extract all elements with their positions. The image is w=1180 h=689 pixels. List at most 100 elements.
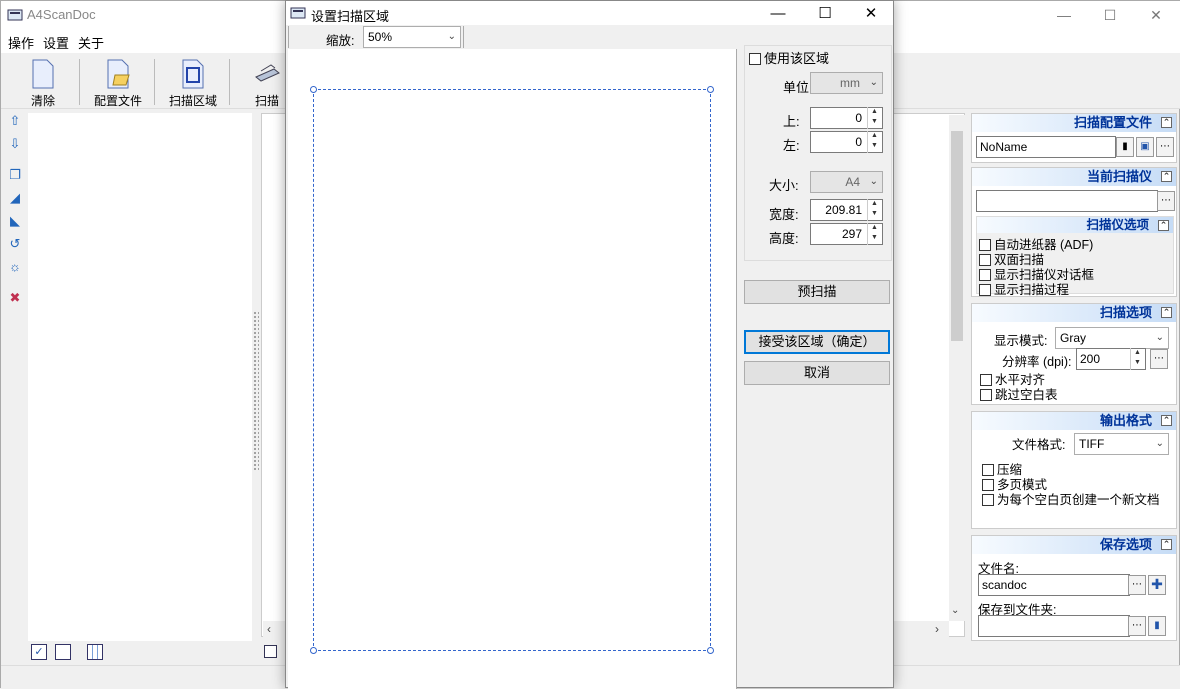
- profile-more-button[interactable]: ⋯: [1156, 137, 1174, 157]
- left-spinner[interactable]: ▲ ▼: [867, 131, 881, 153]
- collapse-icon[interactable]: ⌃: [1161, 117, 1172, 128]
- unit-select: mm ⌄: [810, 72, 883, 94]
- save-profile-icon[interactable]: ▣: [1136, 137, 1154, 157]
- file-format-select[interactable]: TIFF ⌄: [1074, 433, 1169, 455]
- show-progress-checkbox[interactable]: 显示扫描过程: [979, 279, 1069, 298]
- checkbox-box[interactable]: [980, 389, 992, 401]
- size-value: A4: [845, 175, 860, 189]
- rotate-right-icon[interactable]: ◣: [7, 213, 23, 229]
- scanner-panel: 当前扫描仪 ⌃ ⋯ 扫描仪选项 ⌃ 自动进纸器 (ADF) 双面扫描 显示扫描仪对话…: [971, 167, 1177, 297]
- new-doc-per-blank-label: 为每个空白页创建一个新文档: [997, 493, 1160, 507]
- save-panel-header[interactable]: 保存选项 ⌃: [972, 536, 1176, 554]
- filename-field[interactable]: scandoc: [978, 574, 1130, 596]
- menu-operate[interactable]: 操作: [8, 33, 34, 52]
- move-down-icon[interactable]: ⇩: [7, 136, 23, 152]
- output-panel-title: 输出格式: [1099, 413, 1152, 428]
- collapse-icon[interactable]: ⌃: [1161, 539, 1172, 550]
- folder-more-button[interactable]: ⋯: [1128, 616, 1146, 636]
- toolbar-separator: [154, 59, 155, 105]
- prescan-button[interactable]: 预扫描: [744, 280, 890, 304]
- zoom-value: 50%: [368, 30, 393, 44]
- collapse-icon[interactable]: ⌃: [1161, 171, 1172, 182]
- resize-handle-bottom-left[interactable]: [310, 647, 317, 654]
- thumbnail-grid-icon[interactable]: [87, 644, 103, 660]
- app-icon: [7, 9, 23, 21]
- filename-more-button[interactable]: ⋯: [1128, 575, 1146, 595]
- save-folder-field[interactable]: [978, 615, 1130, 637]
- scroll-right-icon[interactable]: ›: [935, 622, 939, 636]
- display-mode-select[interactable]: Gray ⌄: [1055, 327, 1169, 349]
- thumbnail-pane[interactable]: [28, 113, 252, 641]
- collapse-icon[interactable]: ⌃: [1161, 307, 1172, 318]
- width-spinner[interactable]: ▲ ▼: [867, 199, 881, 221]
- scanner-select-button[interactable]: ⋯: [1157, 191, 1175, 211]
- dpi-more-button[interactable]: ⋯: [1150, 349, 1168, 369]
- scan-area-button[interactable]: 扫描区域: [165, 57, 221, 108]
- collapse-icon[interactable]: ⌃: [1161, 415, 1172, 426]
- menu-settings[interactable]: 设置: [43, 33, 69, 52]
- dpi-label: 分辨率 (dpi):: [1002, 355, 1072, 369]
- cancel-button[interactable]: 取消: [744, 361, 890, 385]
- resize-handle-top-left[interactable]: [310, 86, 317, 93]
- new-doc-per-blank-checkbox[interactable]: 为每个空白页创建一个新文档: [982, 489, 1160, 508]
- scan-area-icon: [182, 59, 204, 89]
- copy-pages-icon[interactable]: ❐: [7, 167, 23, 183]
- dialog-title: 设置扫描区域: [311, 9, 390, 24]
- adjust-icon[interactable]: ☼: [7, 259, 23, 275]
- zoom-select[interactable]: 50% ⌄: [363, 26, 461, 48]
- scan-label: 扫描: [254, 94, 279, 108]
- clear-button[interactable]: 清除: [23, 57, 63, 108]
- checkbox-box[interactable]: [749, 53, 761, 65]
- scroll-down-icon[interactable]: ⌄: [951, 605, 959, 616]
- use-area-checkbox[interactable]: 使用该区域: [749, 48, 829, 67]
- open-profile-icon[interactable]: ▮: [1116, 137, 1134, 157]
- profile-name-field[interactable]: NoName: [976, 136, 1116, 158]
- move-up-icon[interactable]: ⇧: [7, 113, 23, 129]
- dialog-maximize-button[interactable]: ☐: [802, 1, 848, 25]
- checkbox-box[interactable]: [979, 284, 991, 296]
- width-label: 宽度:: [769, 207, 799, 222]
- resize-handle-top-right[interactable]: [707, 86, 714, 93]
- pane-splitter[interactable]: [253, 311, 259, 471]
- save-panel-title: 保存选项: [1099, 537, 1152, 552]
- scanner-panel-header[interactable]: 当前扫描仪 ⌃: [972, 168, 1176, 186]
- open-folder-icon[interactable]: ▮: [1148, 616, 1166, 636]
- height-spinner[interactable]: ▲ ▼: [867, 223, 881, 245]
- resize-handle-bottom-right[interactable]: [707, 647, 714, 654]
- deselect-icon[interactable]: [55, 644, 71, 660]
- zoom-label: 缩放:: [326, 34, 355, 48]
- add-icon[interactable]: ✚: [1148, 575, 1166, 595]
- flip-icon[interactable]: ↺: [7, 236, 23, 252]
- checkbox-box[interactable]: [982, 494, 994, 506]
- dialog-minimize-button[interactable]: —: [755, 1, 801, 25]
- top-spinner[interactable]: ▲ ▼: [867, 107, 881, 129]
- scan-preview-area[interactable]: [288, 49, 737, 689]
- skip-blank-checkbox[interactable]: 跳过空白表: [980, 384, 1058, 403]
- page-fit-icon[interactable]: [264, 645, 277, 658]
- rotate-left-icon[interactable]: ◢: [7, 190, 23, 206]
- minimize-button[interactable]: —: [1041, 1, 1087, 29]
- scan-area-rectangle[interactable]: [313, 89, 711, 651]
- select-all-icon[interactable]: ✓: [31, 644, 47, 660]
- scan-options-panel: 扫描选项 ⌃ 显示模式: Gray ⌄ 分辨率 (dpi): 200 ▲ ▼ ⋯ 水平…: [971, 303, 1177, 405]
- profile-button[interactable]: 配置文件: [89, 57, 147, 108]
- delete-icon[interactable]: ✖: [7, 290, 23, 306]
- scanner-options-header[interactable]: 扫描仪选项 ⌃: [977, 217, 1173, 233]
- scanner-field[interactable]: [976, 190, 1158, 212]
- view-scroll-thumb[interactable]: [951, 131, 963, 341]
- menu-about[interactable]: 关于: [78, 33, 104, 52]
- scroll-left-icon[interactable]: ‹: [267, 622, 271, 636]
- scan-options-header[interactable]: 扫描选项 ⌃: [972, 304, 1176, 322]
- chevron-down-icon: ⌄: [447, 31, 456, 42]
- scanner-icon: [255, 64, 280, 82]
- dpi-spinner[interactable]: ▲ ▼: [1130, 348, 1144, 370]
- accept-area-button[interactable]: 接受该区域（确定）: [744, 330, 890, 354]
- dialog-close-button[interactable]: ✕: [848, 1, 894, 25]
- profile-panel-header[interactable]: 扫描配置文件 ⌃: [972, 114, 1176, 132]
- maximize-button[interactable]: ☐: [1087, 1, 1133, 29]
- save-panel: 保存选项 ⌃ 文件名: scandoc ⋯ ✚ 保存到文件夹: ⋯ ▮: [971, 535, 1177, 641]
- output-panel-header[interactable]: 输出格式 ⌃: [972, 412, 1176, 430]
- scan-button[interactable]: 扫描: [247, 57, 287, 108]
- close-button[interactable]: ✕: [1133, 1, 1179, 29]
- collapse-icon[interactable]: ⌃: [1158, 220, 1169, 231]
